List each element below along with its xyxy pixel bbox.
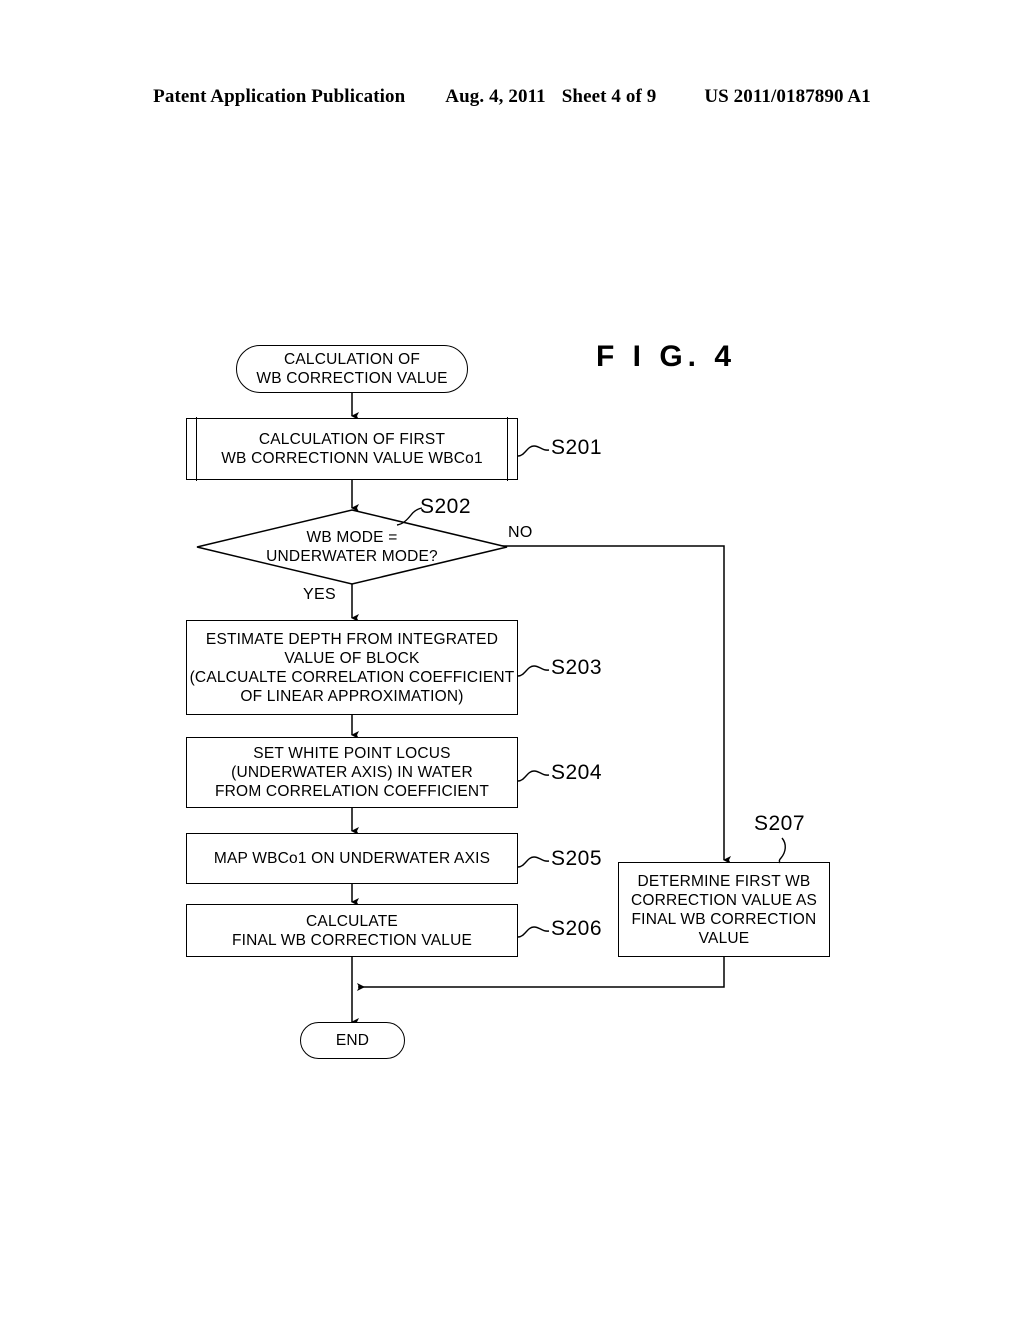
node-s204: SET WHITE POINT LOCUS (UNDERWATER AXIS) … [186,737,518,808]
node-start: CALCULATION OF WB CORRECTION VALUE [236,345,468,393]
node-s203: ESTIMATE DEPTH FROM INTEGRATED VALUE OF … [186,620,518,715]
step-tag-s207: S207 [754,812,806,835]
leader-line-s207 [778,837,786,864]
step-tag-s204: S204 [551,761,603,784]
step-tag-s206: S206 [551,917,603,940]
branch-label-yes: YES [303,586,336,603]
leader-line-s204 [517,770,550,782]
leader-line-s206 [517,926,550,938]
node-s201: CALCULATION OF FIRST WB CORRECTIONN VALU… [186,417,518,481]
step-tag-s202: S202 [420,495,472,518]
node-s206: CALCULATE FINAL WB CORRECTION VALUE [186,904,518,957]
branch-label-no: NO [508,524,533,541]
step-tag-s203: S203 [551,656,603,679]
node-end: END [300,1022,405,1059]
leader-line-s203 [517,665,550,677]
step-tag-s205: S205 [551,847,603,870]
node-s202-label: WB MODE = UNDERWATER MODE? [266,529,438,565]
leader-line-s205 [517,856,550,868]
flowchart-diagram: CALCULATION OF WB CORRECTION VALUE CALCU… [0,0,1024,1320]
step-tag-s201: S201 [551,436,603,459]
node-s202: WB MODE = UNDERWATER MODE? [196,509,508,585]
node-s205: MAP WBCo1 ON UNDERWATER AXIS [186,833,518,884]
leader-line-s202 [396,507,423,526]
node-s207: DETERMINE FIRST WB CORRECTION VALUE AS F… [618,862,830,957]
leader-line-s201 [517,445,550,457]
